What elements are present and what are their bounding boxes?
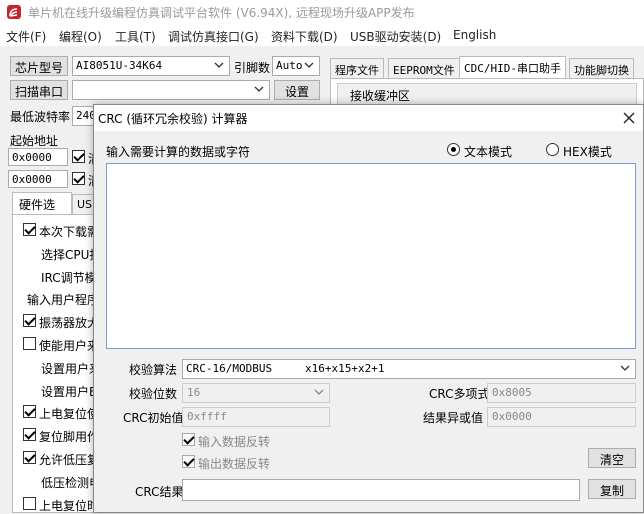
crc-dialog: CRC (循环冗余校验) 计算器 输入需要计算的数据或字符 文本模式 HEX模式… xyxy=(93,104,644,513)
crc-result-field[interactable] xyxy=(182,479,580,501)
tab-cdc-hid-serial[interactable]: CDC/HID-串口助手 xyxy=(459,56,566,78)
option-label: 复位脚用作 xyxy=(39,430,100,445)
option-checkbox[interactable] xyxy=(23,428,36,442)
settings-button[interactable]: 设置 xyxy=(274,80,320,100)
baud-select[interactable]: 240 xyxy=(72,106,94,126)
chevron-down-icon xyxy=(304,62,314,68)
chip-model-value: AI8051U-34K64 xyxy=(76,59,163,72)
close-icon[interactable] xyxy=(622,111,636,125)
algorithm-select[interactable]: CRC-16/MODBUS x16+x15+x2+1 xyxy=(182,359,636,379)
option-checkbox[interactable] xyxy=(23,451,36,464)
option-label: 设置用户E xyxy=(41,384,97,399)
option-label: 上电复位时 xyxy=(39,498,100,513)
dialog-title: CRC (循环冗余校验) 计算器 xyxy=(98,112,248,126)
bits-select[interactable]: 16 xyxy=(182,383,330,403)
option-label: 输入用户程序 xyxy=(27,293,100,308)
start-address-label: 起始地址 xyxy=(10,134,59,148)
scan-port-button[interactable]: 扫描串口 xyxy=(10,80,68,100)
option-checkbox[interactable] xyxy=(23,496,36,510)
baud-value: 240 xyxy=(76,109,94,122)
text-mode-radio[interactable] xyxy=(447,143,460,156)
init-value-field[interactable]: 0xffff xyxy=(182,407,330,427)
chevron-down-icon xyxy=(214,62,224,68)
option-checkbox[interactable] xyxy=(23,337,36,350)
app-logo-icon xyxy=(7,5,21,19)
algorithm-value: CRC-16/MODBUS xyxy=(186,362,273,375)
hex-mode-label: HEX模式 xyxy=(563,145,612,159)
dialog-titlebar: CRC (循环冗余校验) 计算器 xyxy=(94,105,643,131)
crc-input-textarea[interactable] xyxy=(106,163,636,349)
menu-usb-driver[interactable]: USB驱动安装(D) xyxy=(350,28,441,45)
option-label: 允许低压复 xyxy=(39,453,100,467)
menu-bar: 文件(F) 编程(O) 工具(T) 调试仿真接口(G) 资料下载(D) USB驱… xyxy=(0,24,644,46)
xor-value-field[interactable]: 0x0000 xyxy=(487,407,636,427)
chevron-down-icon xyxy=(314,389,324,395)
input-prompt-label: 输入需要计算的数据或字符 xyxy=(106,145,251,159)
start-address-2[interactable]: 0x0000 xyxy=(8,170,68,188)
option-checkbox[interactable] xyxy=(23,314,36,328)
hex-mode-radio[interactable] xyxy=(546,143,559,156)
reflect-input-checkbox[interactable] xyxy=(182,433,195,446)
menu-debug[interactable]: 调试仿真接口(G) xyxy=(168,28,259,45)
chevron-down-icon xyxy=(254,86,264,92)
bits-value: 16 xyxy=(187,386,201,399)
option-label: 低压检测电 xyxy=(41,475,102,490)
pins-select[interactable]: Auto xyxy=(272,56,320,76)
menu-program[interactable]: 编程(O) xyxy=(59,28,102,45)
init-value-label: CRC初始值 xyxy=(123,411,184,425)
option-label: 上电复位使 xyxy=(39,407,100,422)
tab-function-pin[interactable]: 功能脚切换 xyxy=(569,58,634,78)
bits-label: 校验位数 xyxy=(129,387,178,401)
reflect-input-label: 输入数据反转 xyxy=(198,435,271,449)
algorithm-label: 校验算法 xyxy=(129,363,178,377)
polynomial-field[interactable]: 0x8005 xyxy=(487,383,636,403)
clear-checkbox-2[interactable] xyxy=(72,172,85,185)
algorithm-polynomial: x16+x15+x2+1 xyxy=(305,362,385,375)
tab-hardware-options[interactable]: 硬件选项 xyxy=(12,192,72,229)
menu-downloads[interactable]: 资料下载(D) xyxy=(271,28,338,45)
baud-label: 最低波特率 xyxy=(10,110,71,124)
clear-checkbox-1[interactable] xyxy=(72,150,85,163)
option-checkbox[interactable] xyxy=(23,223,36,236)
chevron-down-icon xyxy=(620,365,630,371)
menu-english[interactable]: English xyxy=(453,28,496,42)
option-label: 使能用户来 xyxy=(39,339,100,353)
crc-result-label: CRC结果 xyxy=(135,485,184,499)
window-titlebar: 单片机在线升级编程仿真调试平台软件 (V6.94X), 远程现场升级APP发布 xyxy=(0,0,644,24)
serial-port-select[interactable] xyxy=(72,80,270,100)
start-address-2-value: 0x0000 xyxy=(12,173,52,186)
reflect-output-label: 输出数据反转 xyxy=(198,457,271,471)
start-address-1[interactable]: 0x0000 xyxy=(8,148,68,166)
option-label: 设置用户来 xyxy=(41,361,102,376)
chip-model-label: 芯片型号 xyxy=(10,56,68,76)
xor-value-label: 结果异或值 xyxy=(423,411,484,425)
option-checkbox[interactable] xyxy=(23,405,36,419)
receive-buffer-group: 接收缓冲区 xyxy=(337,83,637,105)
option-label: 振荡器放大 xyxy=(39,316,100,331)
option-label: IRC调节模 xyxy=(41,270,97,285)
window-title: 单片机在线升级编程仿真调试平台软件 (V6.94X), 远程现场升级APP发布 xyxy=(28,6,415,20)
reflect-output-checkbox[interactable] xyxy=(182,455,195,468)
tab-eeprom-file[interactable]: EEPROM文件 xyxy=(388,58,460,78)
menu-tools[interactable]: 工具(T) xyxy=(115,28,156,45)
polynomial-label: CRC多项式 xyxy=(429,387,490,401)
text-mode-label: 文本模式 xyxy=(464,145,513,159)
pins-value: Auto xyxy=(276,59,303,72)
menu-file[interactable]: 文件(F) xyxy=(6,28,46,45)
chip-model-select[interactable]: AI8051U-34K64 xyxy=(72,56,230,76)
clear-button[interactable]: 清空 xyxy=(588,448,636,468)
receive-buffer-label: 接收缓冲区 xyxy=(350,89,411,103)
tab-program-file[interactable]: 程序文件 xyxy=(330,58,384,78)
start-address-1-value: 0x0000 xyxy=(12,151,52,164)
option-label: 本次下载需 xyxy=(39,225,100,239)
copy-button[interactable]: 复制 xyxy=(588,479,636,499)
pins-label: 引脚数 xyxy=(234,61,271,75)
